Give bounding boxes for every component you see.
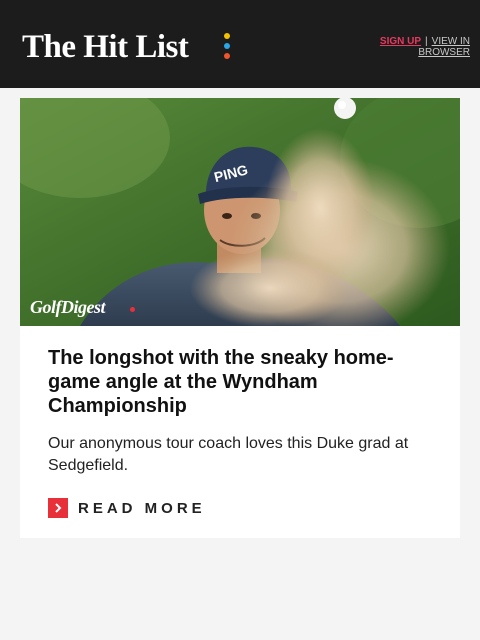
- hero-photo: PING: [20, 98, 460, 326]
- article-headline[interactable]: The longshot with the sneaky home-game a…: [48, 346, 438, 418]
- read-more-button[interactable]: READ MORE: [48, 498, 206, 518]
- logo-wordmark[interactable]: The Hit List: [22, 28, 189, 66]
- chevron-right-icon: [48, 498, 68, 518]
- hero-image[interactable]: PING GolfDigest: [20, 98, 460, 326]
- logo-dots-icon: [224, 33, 232, 61]
- golf-digest-logo: GolfDigest: [30, 297, 106, 317]
- article-card: PING GolfDigest The longshot with the sn…: [20, 98, 460, 538]
- read-more-label: READ MORE: [78, 499, 206, 517]
- article-deck: Our anonymous tour coach loves this Duke…: [48, 435, 409, 474]
- header-link-separator: |: [425, 36, 428, 47]
- sign-up-link[interactable]: SIGN UP: [380, 36, 421, 47]
- header-links: SIGN UP | VIEW IN BROWSER: [350, 36, 470, 58]
- header-bar: The Hit List SIGN UP | VIEW IN BROWSER: [0, 0, 480, 88]
- golf-digest-dot-icon: [130, 307, 135, 312]
